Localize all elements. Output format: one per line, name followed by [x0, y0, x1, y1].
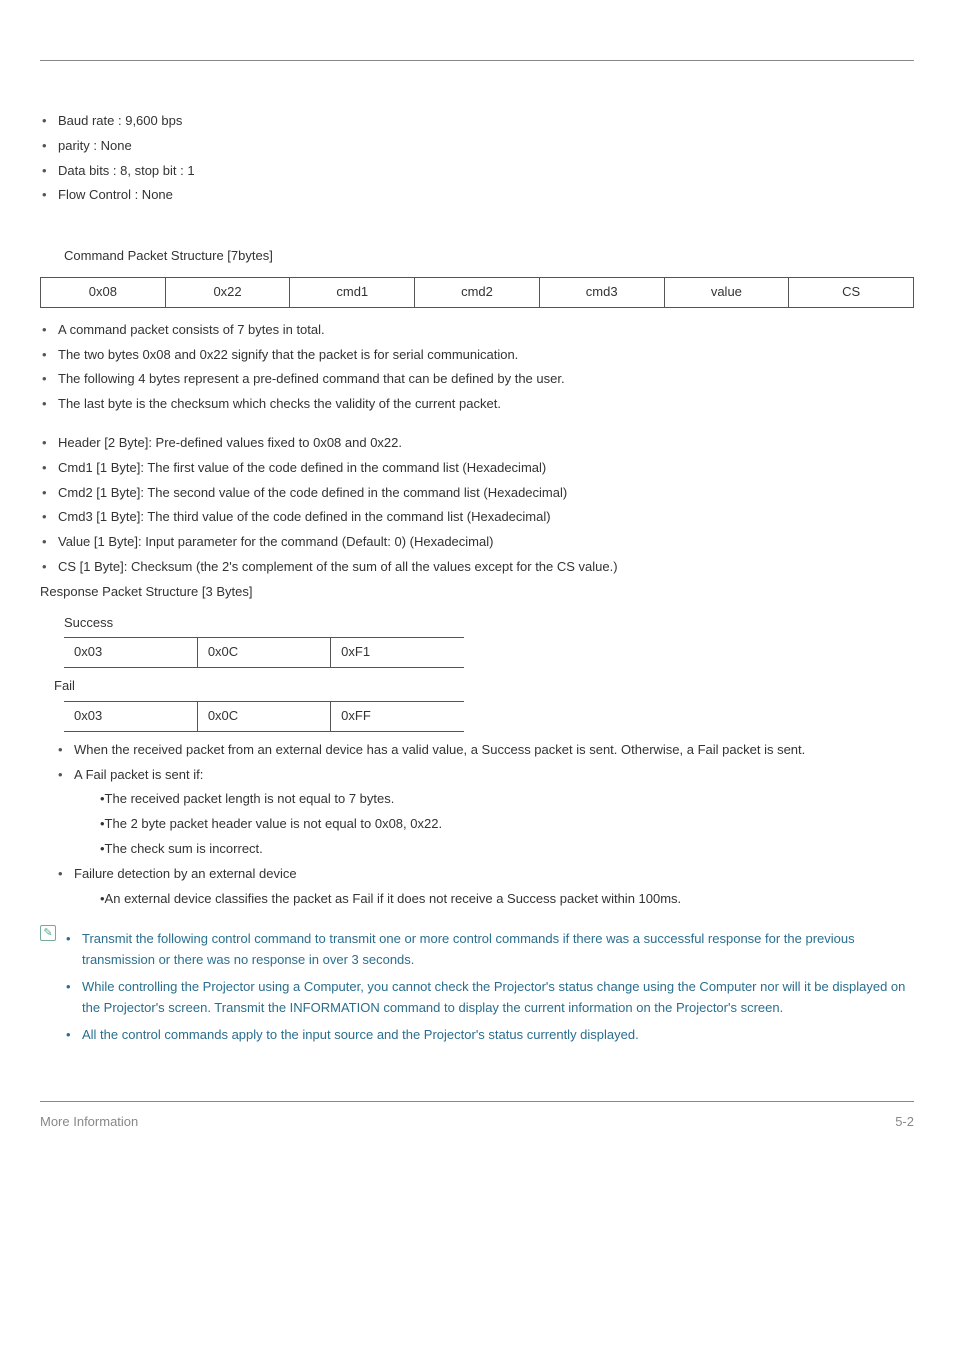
failure-detect-rule-list: •An external device classifies the packe…	[40, 889, 914, 910]
bottom-divider	[40, 1101, 914, 1102]
list-item: Failure detection by an external device	[40, 864, 914, 885]
list-item: The following 4 bytes represent a pre-de…	[40, 369, 914, 390]
list-item: Baud rate : 9,600 bps	[40, 111, 914, 132]
list-item: A command packet consists of 7 bytes in …	[40, 320, 914, 341]
table-cell: cmd1	[290, 277, 415, 307]
list-item: Flow Control : None	[40, 185, 914, 206]
table-row: 0x08 0x22 cmd1 cmd2 cmd3 value CS	[41, 277, 914, 307]
table-cell: cmd3	[539, 277, 664, 307]
notes-block: ✎ Transmit the following control command…	[40, 923, 914, 1051]
list-item: •An external device classifies the packe…	[40, 889, 914, 910]
failure-detect-list: Failure detection by an external device	[40, 864, 914, 885]
list-item: Data bits : 8, stop bit : 1	[40, 161, 914, 182]
table-row: 0x03 0x0C 0xFF	[64, 701, 464, 731]
fail-label: Fail	[54, 676, 914, 697]
list-item: Cmd1 [1 Byte]: The first value of the co…	[40, 458, 914, 479]
response-points-list: When the received packet from an externa…	[40, 740, 914, 786]
packet-structure-title: Command Packet Structure [7bytes]	[64, 246, 914, 267]
table-cell: cmd2	[415, 277, 540, 307]
list-item: While controlling the Projector using a …	[66, 977, 914, 1019]
list-item: •The 2 byte packet header value is not e…	[40, 814, 914, 835]
footer-page-number: 5-2	[895, 1112, 914, 1133]
table-cell: 0xF1	[331, 638, 464, 668]
fail-table: 0x03 0x0C 0xFF	[64, 701, 464, 732]
list-item: •The check sum is incorrect.	[40, 839, 914, 860]
packet-structure-table: 0x08 0x22 cmd1 cmd2 cmd3 value CS	[40, 277, 914, 308]
list-item: Cmd2 [1 Byte]: The second value of the c…	[40, 483, 914, 504]
table-cell: 0x03	[64, 638, 197, 668]
table-cell: 0x0C	[197, 638, 330, 668]
table-cell: 0x08	[41, 277, 166, 307]
list-item: Cmd3 [1 Byte]: The third value of the co…	[40, 507, 914, 528]
table-cell: 0x22	[165, 277, 290, 307]
success-label: Success	[64, 613, 914, 634]
response-structure-title: Response Packet Structure [3 Bytes]	[40, 582, 914, 603]
table-cell: value	[664, 277, 789, 307]
list-item: The two bytes 0x08 and 0x22 signify that…	[40, 345, 914, 366]
table-cell: CS	[789, 277, 914, 307]
list-item: Value [1 Byte]: Input parameter for the …	[40, 532, 914, 553]
table-cell: 0x0C	[197, 701, 330, 731]
packet-desc2-list: Header [2 Byte]: Pre-defined values fixe…	[40, 433, 914, 578]
settings-list: Baud rate : 9,600 bps parity : None Data…	[40, 111, 914, 206]
footer-section-title: More Information	[40, 1112, 138, 1133]
list-item: The last byte is the checksum which chec…	[40, 394, 914, 415]
notes-list: Transmit the following control command t…	[66, 923, 914, 1051]
fail-reasons-list: •The received packet length is not equal…	[40, 789, 914, 859]
list-item: parity : None	[40, 136, 914, 157]
top-divider	[40, 60, 914, 61]
list-item: Transmit the following control command t…	[66, 929, 914, 971]
table-cell: 0x03	[64, 701, 197, 731]
table-cell: 0xFF	[331, 701, 464, 731]
note-icon: ✎	[40, 925, 56, 941]
list-item: •The received packet length is not equal…	[40, 789, 914, 810]
page-footer: More Information 5-2	[40, 1112, 914, 1133]
list-item: CS [1 Byte]: Checksum (the 2's complemen…	[40, 557, 914, 578]
success-table: 0x03 0x0C 0xF1	[64, 637, 464, 668]
list-item: Header [2 Byte]: Pre-defined values fixe…	[40, 433, 914, 454]
table-row: 0x03 0x0C 0xF1	[64, 638, 464, 668]
list-item: A Fail packet is sent if:	[40, 765, 914, 786]
packet-desc1-list: A command packet consists of 7 bytes in …	[40, 320, 914, 415]
list-item: When the received packet from an externa…	[40, 740, 914, 761]
list-item: All the control commands apply to the in…	[66, 1025, 914, 1046]
